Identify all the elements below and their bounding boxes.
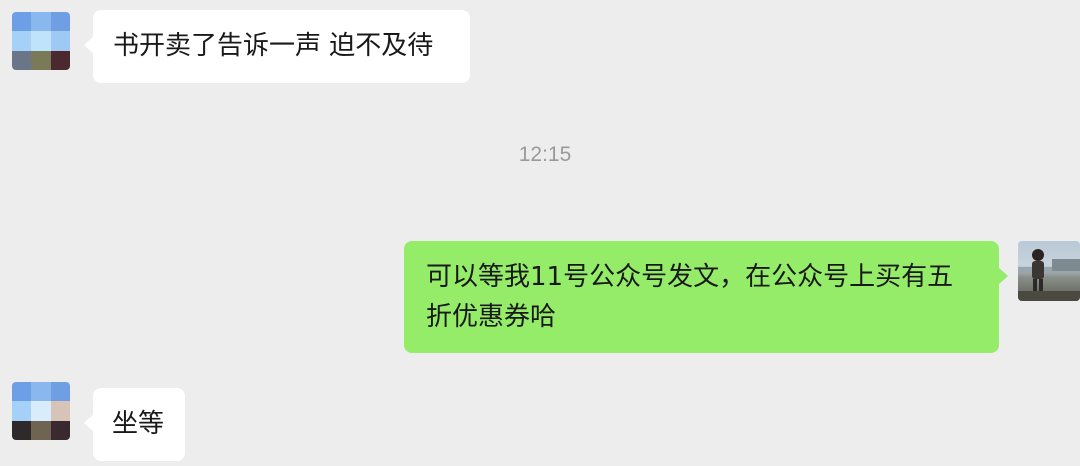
contact-avatar[interactable] [12,382,70,440]
message-bubble-incoming[interactable]: 书开卖了告诉一声 迫不及待 [84,10,470,83]
person-photo-icon [1018,249,1080,301]
message-text: 书开卖了告诉一声 迫不及待 [113,31,434,61]
message-timestamp: 12:15 [518,143,572,166]
message-text: 可以等我11号公众号发文，在公众号上买有五折优惠券哈 [426,262,954,332]
contact-avatar[interactable] [12,12,70,70]
my-avatar[interactable] [1018,241,1080,301]
message-bubble-outgoing[interactable]: 可以等我11号公众号发文，在公众号上买有五折优惠券哈 [404,241,1008,353]
message-bubble-incoming[interactable]: 坐等 [84,388,185,461]
message-text: 坐等 [112,409,165,439]
